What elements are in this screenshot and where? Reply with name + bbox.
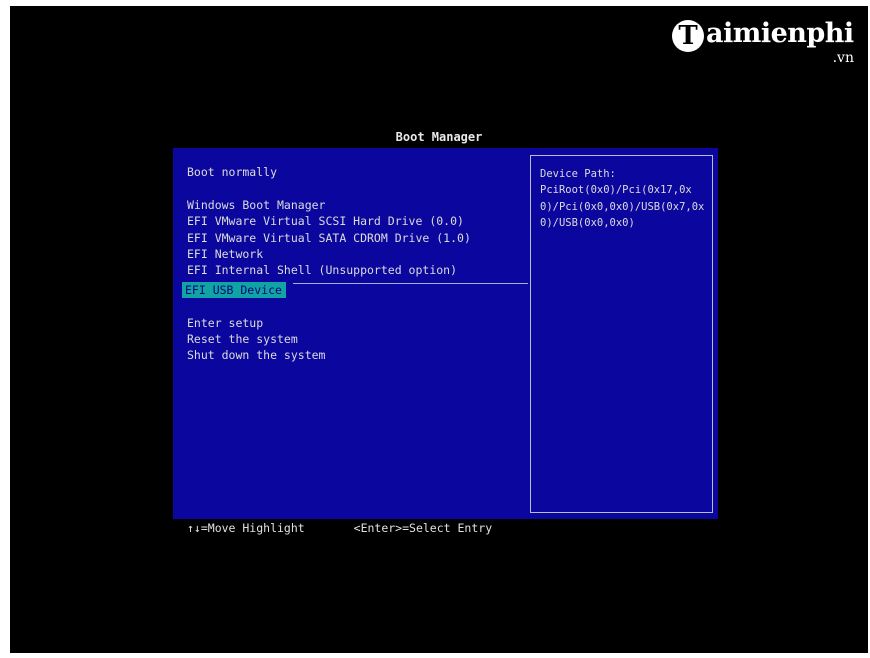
menu-item-enter-setup[interactable]: Enter setup — [185, 315, 473, 331]
menu-item-reset-system[interactable]: Reset the system — [185, 331, 473, 347]
logo-mark: T — [672, 20, 704, 52]
selection-connector-line — [293, 283, 528, 284]
bios-screen: T aimienphi .vn Boot Manager Boot normal… — [10, 6, 868, 653]
page-title: Boot Manager — [395, 130, 483, 144]
taimienphi-logo: T aimienphi .vn — [672, 16, 858, 72]
select-entry-hint: <Enter>=Select Entry — [353, 521, 493, 535]
menu-spacer — [185, 180, 473, 196]
logo-name: aimienphi — [706, 18, 854, 49]
menu-item-efi-scsi-drive[interactable]: EFI VMware Virtual SCSI Hard Drive (0.0) — [185, 213, 473, 229]
key-hints: ↑↓=Move Highlight <Enter>=Select Entry — [187, 521, 492, 535]
device-path-label: Device Path: — [540, 168, 616, 180]
menu-item-boot-normally[interactable]: Boot normally — [185, 164, 473, 180]
menu-spacer — [185, 298, 473, 314]
menu-item-efi-internal-shell[interactable]: EFI Internal Shell (Unsupported option) — [185, 262, 473, 278]
menu-item-efi-network[interactable]: EFI Network — [185, 246, 473, 262]
logo-tld: .vn — [832, 50, 854, 66]
menu-item-efi-usb-device[interactable]: EFI USB Device — [182, 281, 286, 299]
boot-panel: Boot normally Windows Boot Manager EFI V… — [173, 148, 718, 519]
menu-item-shut-down[interactable]: Shut down the system — [185, 347, 473, 363]
move-highlight-hint: ↑↓=Move Highlight — [187, 521, 305, 535]
menu-item-windows-boot-manager[interactable]: Windows Boot Manager — [185, 197, 473, 213]
device-info-box: Device Path: PciRoot(0x0)/Pci(0x17,0x0)/… — [530, 155, 713, 513]
menu-item-efi-sata-cdrom[interactable]: EFI VMware Virtual SATA CDROM Drive (1.0… — [185, 230, 473, 246]
boot-menu: Boot normally Windows Boot Manager EFI V… — [182, 164, 473, 364]
device-path-value: PciRoot(0x0)/Pci(0x17,0x0)/Pci(0x0,0x0)/… — [540, 184, 705, 230]
